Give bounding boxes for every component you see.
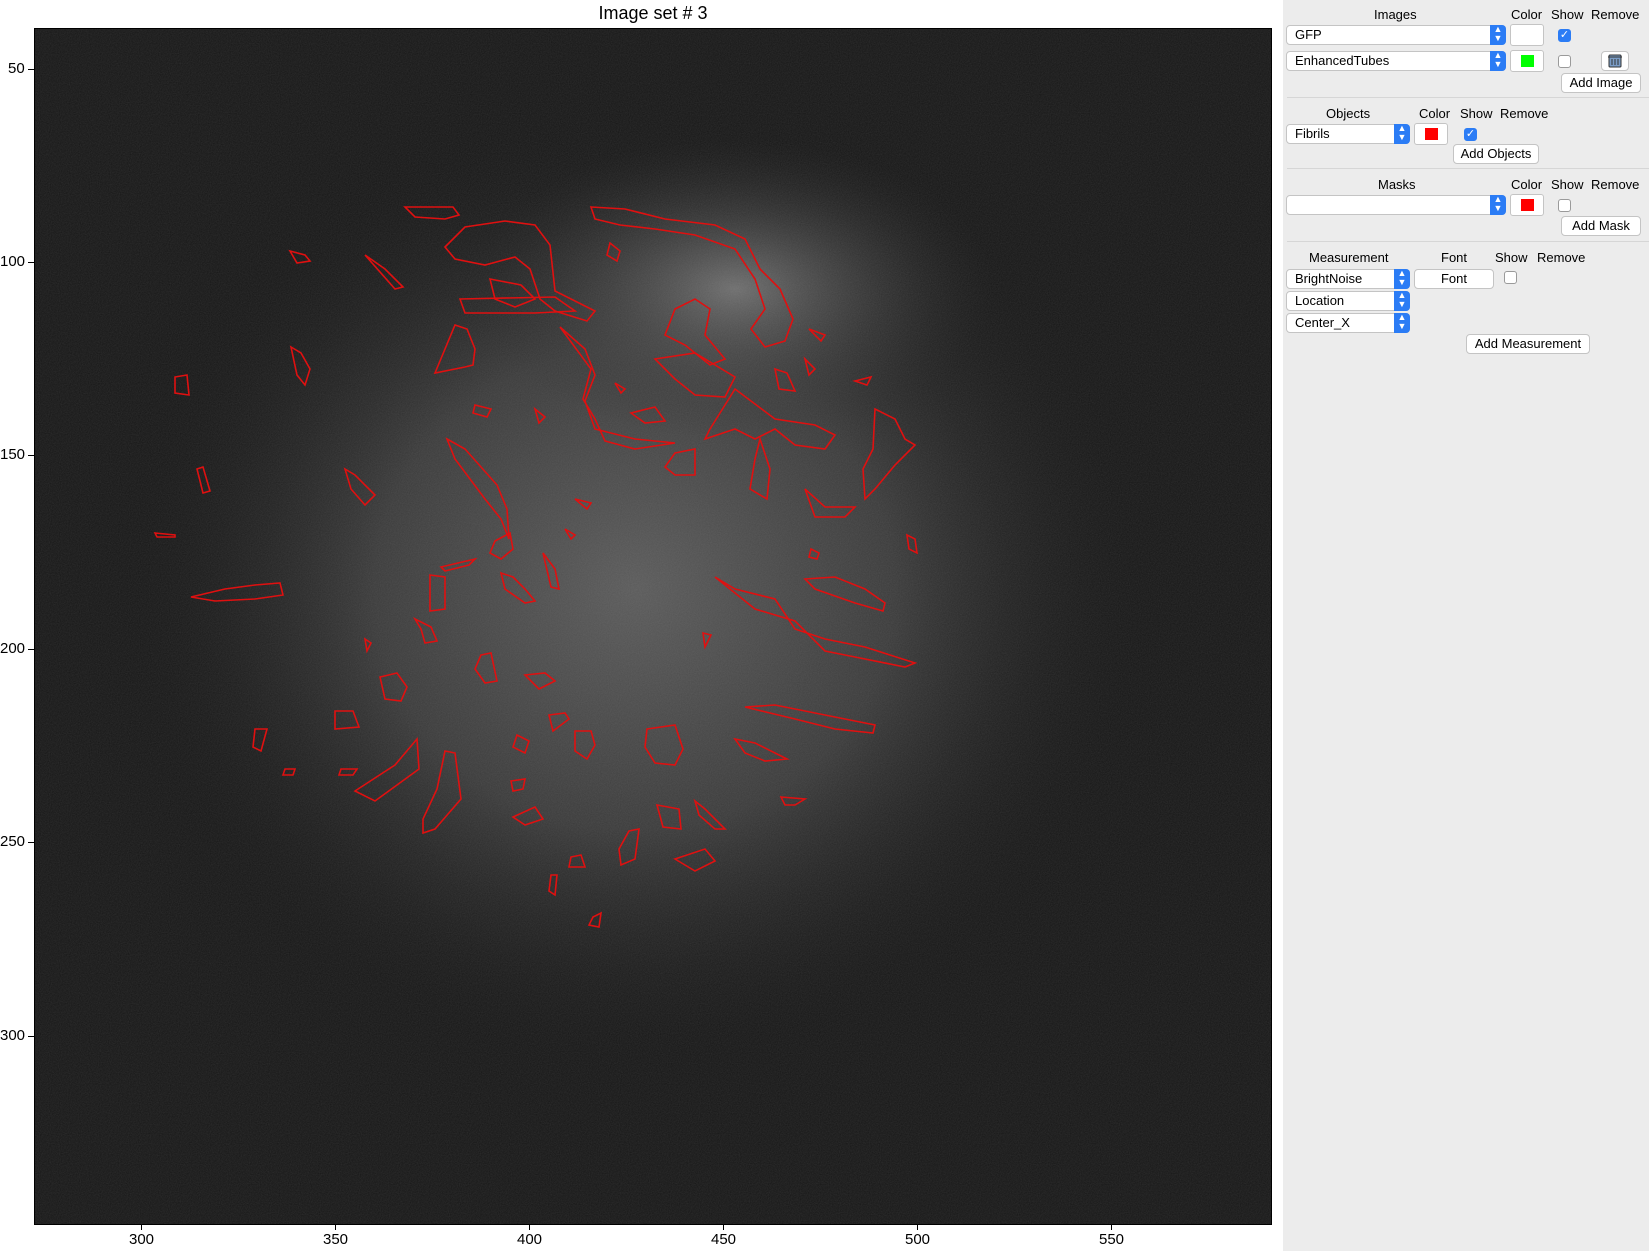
x-tick-label: 350 — [323, 1231, 349, 1248]
image-color-button-gfp[interactable] — [1510, 24, 1544, 46]
y-tick-mark — [28, 1036, 34, 1037]
measurement-show-checkbox[interactable] — [1504, 271, 1517, 284]
x-tick-mark — [1111, 1224, 1112, 1230]
add-objects-button[interactable]: Add Objects — [1453, 144, 1539, 164]
x-tick-mark — [335, 1224, 336, 1230]
add-measurement-button[interactable]: Add Measurement — [1466, 334, 1590, 354]
images-remove-header: Remove — [1591, 7, 1640, 22]
chevron-updown-icon: ▲ ▼ — [1490, 25, 1506, 45]
measurement-select-value: Center_X — [1295, 315, 1350, 330]
x-tick-mark — [141, 1224, 142, 1230]
image-canvas — [35, 29, 1271, 1224]
y-tick-mark — [28, 69, 34, 70]
color-swatch — [1521, 55, 1534, 67]
section-divider — [1287, 241, 1649, 242]
measurement-font-header: Font — [1441, 250, 1468, 265]
measurement-select-category[interactable]: BrightNoise ▲ ▼ — [1286, 269, 1410, 289]
trash-icon — [1608, 54, 1622, 68]
measurement-select-feature[interactable]: Location ▲ ▼ — [1286, 291, 1410, 311]
chevron-updown-icon: ▲ ▼ — [1394, 124, 1410, 144]
add-image-button[interactable]: Add Image — [1561, 73, 1641, 93]
objects-select-value: Fibrils — [1295, 126, 1330, 141]
x-tick-label: 400 — [517, 1231, 543, 1248]
objects-remove-header: Remove — [1500, 106, 1549, 121]
x-tick-label: 500 — [905, 1231, 931, 1248]
color-swatch — [1425, 128, 1438, 140]
y-tick-label: 50 — [8, 60, 25, 77]
chevron-updown-icon: ▲ ▼ — [1394, 269, 1410, 289]
objects-color-button[interactable] — [1414, 123, 1448, 145]
image-select-value: GFP — [1295, 27, 1322, 42]
y-tick-label: 250 — [0, 833, 26, 850]
x-tick-mark — [917, 1224, 918, 1230]
image-show-checkbox-enhancedtubes[interactable] — [1558, 55, 1571, 68]
image-color-button-enhancedtubes[interactable] — [1510, 50, 1544, 72]
measurement-font-button[interactable]: Font — [1414, 269, 1494, 289]
images-color-header: Color — [1511, 7, 1543, 22]
add-mask-button[interactable]: Add Mask — [1561, 216, 1641, 236]
masks-show-header: Show — [1551, 177, 1584, 192]
image-plot[interactable] — [34, 28, 1272, 1225]
color-swatch — [1521, 199, 1534, 211]
chevron-updown-icon: ▲ ▼ — [1394, 291, 1410, 311]
image-select-value: EnhancedTubes — [1295, 53, 1390, 68]
x-tick-label: 450 — [711, 1231, 737, 1248]
y-tick-label: 100 — [0, 253, 26, 270]
y-tick-mark — [28, 262, 34, 263]
measurement-select-measurement[interactable]: Center_X ▲ ▼ — [1286, 313, 1410, 333]
remove-image-button[interactable] — [1601, 51, 1629, 71]
chevron-updown-icon: ▲ ▼ — [1490, 195, 1506, 215]
y-tick-label: 300 — [0, 1027, 26, 1044]
mask-show-checkbox[interactable] — [1558, 199, 1571, 212]
section-divider — [1287, 97, 1649, 98]
masks-header: Masks — [1378, 177, 1416, 192]
y-tick-mark — [28, 842, 34, 843]
objects-header: Objects — [1326, 106, 1371, 121]
x-tick-label: 550 — [1099, 1231, 1125, 1248]
images-show-header: Show — [1551, 7, 1584, 22]
figure-title: Image set # 3 — [598, 3, 708, 23]
display-settings-panel: Images Color Show Remove GFP ▲ ▼ ✓ Enhanc… — [1283, 0, 1649, 1251]
objects-show-checkbox[interactable]: ✓ — [1464, 128, 1477, 141]
y-tick-label: 150 — [0, 446, 26, 463]
image-noise — [35, 29, 1271, 1224]
measurement-remove-header: Remove — [1537, 250, 1586, 265]
measurement-select-value: BrightNoise — [1295, 271, 1363, 286]
images-header: Images — [1374, 7, 1417, 22]
y-tick-label: 200 — [0, 640, 26, 657]
checkmark-icon: ✓ — [1465, 128, 1476, 140]
image-select-enhancedtubes[interactable]: EnhancedTubes ▲ ▼ — [1286, 51, 1506, 71]
chevron-updown-icon: ▲ ▼ — [1394, 313, 1410, 333]
x-tick-label: 300 — [129, 1231, 155, 1248]
mask-select[interactable]: ▲ ▼ — [1286, 195, 1506, 215]
mask-color-button[interactable] — [1510, 194, 1544, 216]
image-select-gfp[interactable]: GFP ▲ ▼ — [1286, 25, 1506, 45]
image-show-checkbox-gfp[interactable]: ✓ — [1558, 29, 1571, 42]
section-divider — [1287, 168, 1649, 169]
measurement-show-header: Show — [1495, 250, 1528, 265]
measurement-select-value: Location — [1295, 293, 1345, 308]
y-tick-mark — [28, 455, 34, 456]
x-tick-mark — [529, 1224, 530, 1230]
checkmark-icon: ✓ — [1559, 29, 1570, 41]
y-tick-mark — [28, 649, 34, 650]
masks-color-header: Color — [1511, 177, 1543, 192]
objects-show-header: Show — [1460, 106, 1493, 121]
objects-select-fibrils[interactable]: Fibrils ▲ ▼ — [1286, 124, 1410, 144]
x-tick-mark — [723, 1224, 724, 1230]
objects-color-header: Color — [1419, 106, 1451, 121]
color-swatch — [1521, 29, 1534, 41]
figure-area: Image set # 3 — [0, 0, 1283, 1251]
masks-remove-header: Remove — [1591, 177, 1640, 192]
measurement-header: Measurement — [1309, 250, 1389, 265]
chevron-updown-icon: ▲ ▼ — [1490, 51, 1506, 71]
